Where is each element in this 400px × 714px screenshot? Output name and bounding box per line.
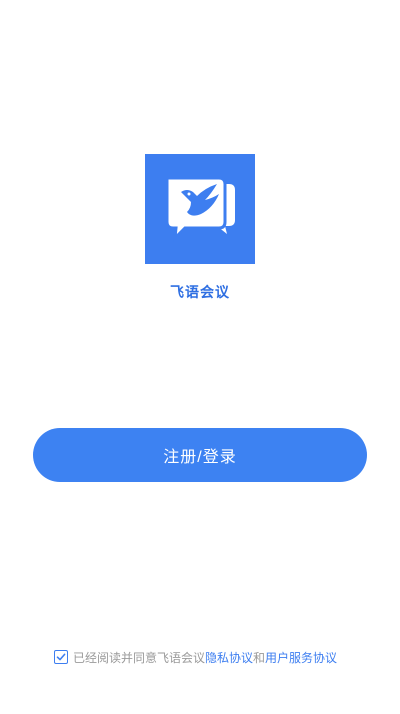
app-logo [145,154,255,264]
app-name: 飞语会议 [170,285,230,301]
checkmark-icon [56,653,66,661]
agreement-joiner-text: 和 [253,650,266,665]
agreement-checkbox[interactable] [54,650,68,664]
agreement-prefix-text: 已经阅读并同意飞语会议 [73,650,206,665]
privacy-policy-link[interactable]: 隐私协议 [205,649,253,666]
chat-bubbles-bird-icon [165,176,235,243]
register-login-button[interactable]: 注册/登录 [33,428,367,482]
user-service-agreement-link[interactable]: 用户服务协议 [265,649,337,666]
welcome-screen: 飞语会议 注册/登录 已经阅读并同意飞语会议 隐私协议 和 用户服务协议 [0,0,400,714]
agreement-row: 已经阅读并同意飞语会议 隐私协议 和 用户服务协议 [54,648,337,666]
